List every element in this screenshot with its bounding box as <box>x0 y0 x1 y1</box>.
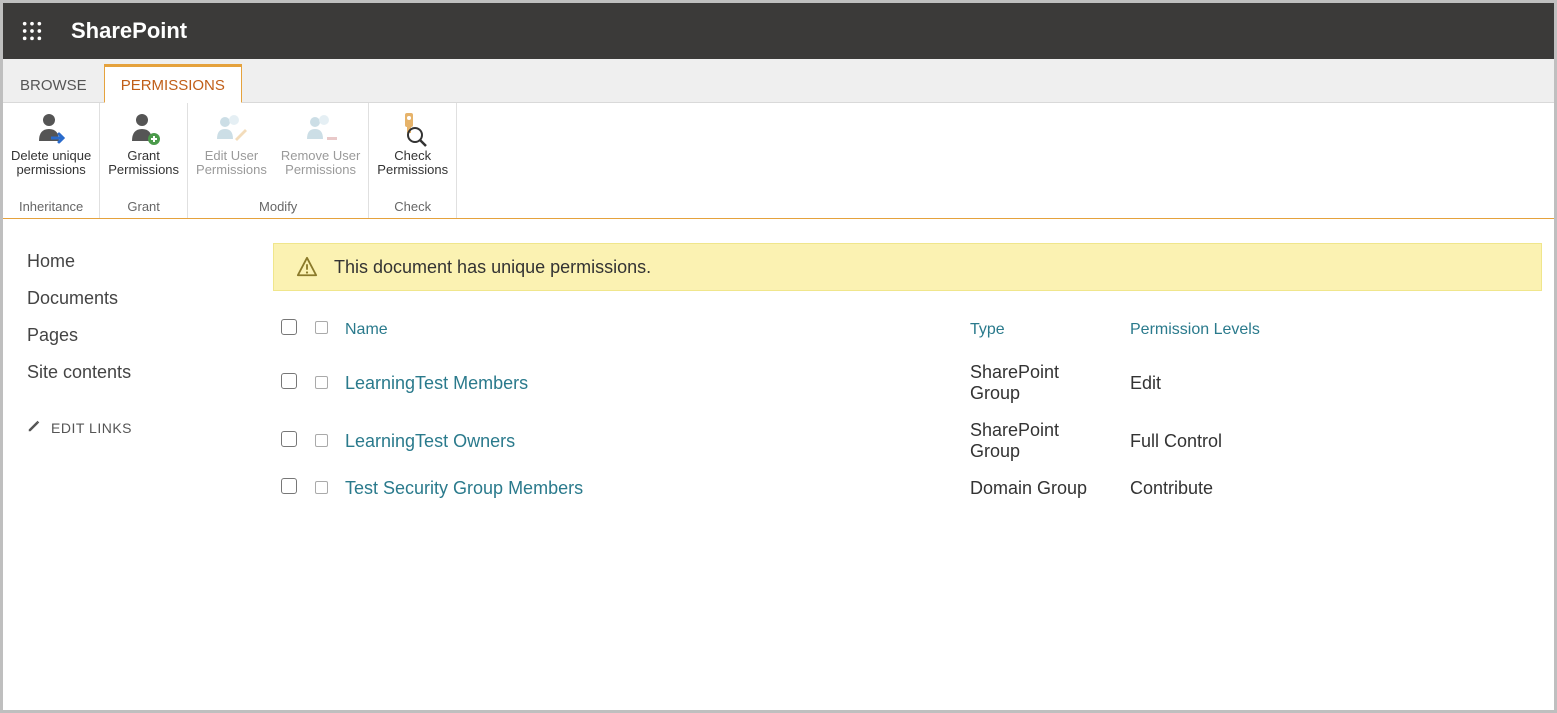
remove-user-icon <box>303 111 339 147</box>
row-checkbox[interactable] <box>281 431 297 447</box>
row-flag <box>315 481 328 494</box>
principal-type: SharePoint Group <box>962 412 1122 470</box>
grant-permissions-icon <box>126 111 162 147</box>
row-checkbox[interactable] <box>281 478 297 494</box>
permissions-table: Name Type Permission Levels LearningTest… <box>273 313 1542 507</box>
nav-item-documents[interactable]: Documents <box>27 280 257 317</box>
principal-link[interactable]: Test Security Group Members <box>345 478 583 498</box>
nav-item-home[interactable]: Home <box>27 243 257 280</box>
row-flag <box>315 376 328 389</box>
ribbon-group-label-inheritance: Inheritance <box>11 195 91 214</box>
main-content: This document has unique permissions. Na… <box>273 243 1554 507</box>
app-launcher-icon[interactable] <box>21 20 43 42</box>
warning-icon <box>296 256 318 278</box>
table-row: Test Security Group Members Domain Group… <box>273 470 1542 507</box>
ribbon-group-check: Check Permissions Check <box>369 103 457 218</box>
permission-level: Full Control <box>1122 412 1542 470</box>
nav-item-site-contents[interactable]: Site contents <box>27 354 257 391</box>
column-header-name[interactable]: Name <box>337 313 962 354</box>
row-checkbox[interactable] <box>281 373 297 389</box>
grant-permissions-label: Grant Permissions <box>108 149 179 178</box>
pencil-icon <box>27 419 41 436</box>
edit-user-permissions-button[interactable]: Edit User Permissions <box>196 111 267 178</box>
remove-user-permissions-button[interactable]: Remove User Permissions <box>281 111 360 178</box>
principal-link[interactable]: LearningTest Owners <box>345 431 515 451</box>
permission-level: Edit <box>1122 354 1542 412</box>
principal-link[interactable]: LearningTest Members <box>345 373 528 393</box>
status-message-text: This document has unique permissions. <box>334 257 651 278</box>
ribbon-group-label-grant: Grant <box>108 195 179 214</box>
permission-level: Contribute <box>1122 470 1542 507</box>
suite-title[interactable]: SharePoint <box>71 18 187 44</box>
status-message-bar: This document has unique permissions. <box>273 243 1542 291</box>
table-row: LearningTest Owners SharePoint Group Ful… <box>273 412 1542 470</box>
edit-user-label: Edit User Permissions <box>196 149 267 178</box>
ribbon: Delete unique permissions Inheritance Gr… <box>3 103 1554 219</box>
edit-links-button[interactable]: EDIT LINKS <box>27 419 257 436</box>
filter-indicator-header[interactable] <box>315 321 328 334</box>
table-row: LearningTest Members SharePoint Group Ed… <box>273 354 1542 412</box>
ribbon-group-modify: Edit User Permissions Remove User Permis… <box>188 103 369 218</box>
ribbon-tab-row: BROWSE PERMISSIONS <box>3 59 1554 103</box>
check-permissions-button[interactable]: Check Permissions <box>377 111 448 178</box>
edit-links-label: EDIT LINKS <box>51 420 132 436</box>
row-flag <box>315 434 328 447</box>
suite-bar: SharePoint <box>3 3 1554 59</box>
principal-type: SharePoint Group <box>962 354 1122 412</box>
ribbon-group-grant: Grant Permissions Grant <box>100 103 188 218</box>
grant-permissions-button[interactable]: Grant Permissions <box>108 111 179 178</box>
edit-user-icon <box>213 111 249 147</box>
principal-type: Domain Group <box>962 470 1122 507</box>
delete-unique-permissions-button[interactable]: Delete unique permissions <box>11 111 91 178</box>
tab-browse[interactable]: BROWSE <box>3 66 104 102</box>
tab-permissions[interactable]: PERMISSIONS <box>104 64 242 103</box>
ribbon-group-label-modify: Modify <box>196 195 360 214</box>
column-header-levels[interactable]: Permission Levels <box>1122 313 1542 354</box>
remove-user-label: Remove User Permissions <box>281 149 360 178</box>
check-permissions-icon <box>395 111 431 147</box>
column-header-type[interactable]: Type <box>962 313 1122 354</box>
nav-item-pages[interactable]: Pages <box>27 317 257 354</box>
body-area: Home Documents Pages Site contents EDIT … <box>3 219 1554 507</box>
left-nav: Home Documents Pages Site contents EDIT … <box>3 243 273 507</box>
delete-unique-label: Delete unique permissions <box>11 149 91 178</box>
check-permissions-label: Check Permissions <box>377 149 448 178</box>
delete-permissions-icon <box>33 111 69 147</box>
ribbon-group-label-check: Check <box>377 195 448 214</box>
select-all-checkbox[interactable] <box>281 319 297 335</box>
ribbon-group-inheritance: Delete unique permissions Inheritance <box>3 103 100 218</box>
